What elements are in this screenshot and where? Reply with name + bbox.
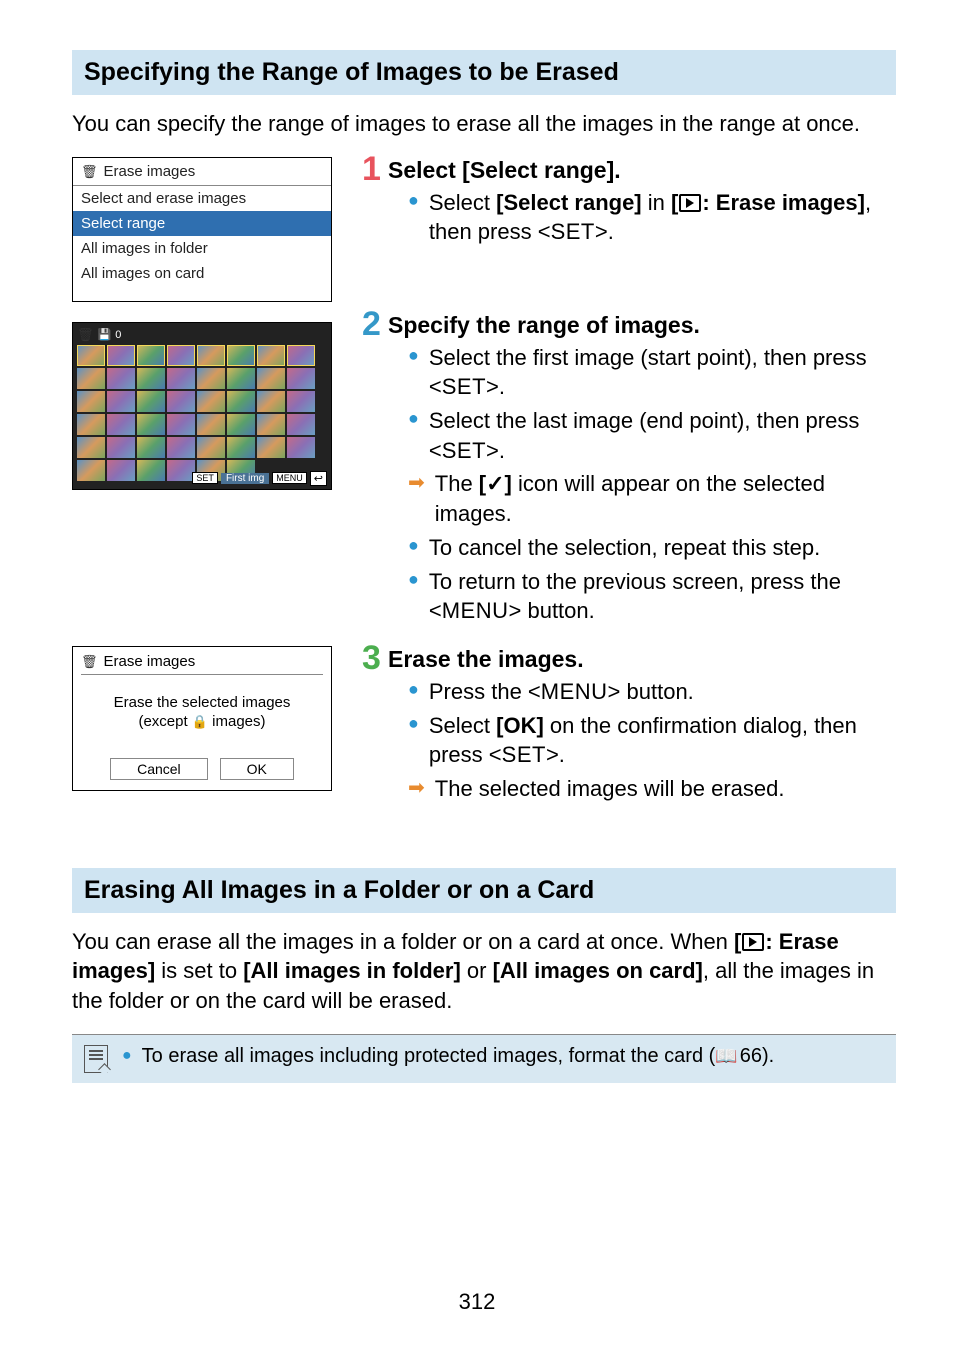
trash-icon	[81, 653, 98, 670]
cam-menu-item-selected: Select range	[73, 211, 331, 236]
step3-title: Erase the images.	[388, 646, 890, 673]
thumb-count: 0	[115, 329, 121, 341]
back-icon	[310, 471, 327, 486]
confirm-title: Erase images	[104, 653, 196, 670]
step3-bullet1: Press the <MENU> button.	[429, 677, 890, 707]
screenshot-confirm: Erase images Erase the selected images (…	[72, 646, 332, 791]
thumbnail-grid	[77, 345, 327, 481]
cam-menu-header: Erase images	[73, 158, 331, 186]
step3-bullet2: Select [OK] on the confirmation dialog, …	[429, 711, 890, 770]
step1-title: Select [Select range].	[388, 157, 890, 184]
step2-bullet4: To cancel the selection, repeat this ste…	[429, 533, 890, 563]
screenshot-thumbnails: 0 SET First img MENU	[72, 322, 332, 490]
step2-bullet2: Select the last image (end point), then …	[429, 406, 890, 465]
footer-set-label: SET	[192, 472, 218, 484]
step2-bullet1: Select the first image (start point), th…	[429, 343, 890, 402]
cam-menu-item: All images in folder	[73, 236, 331, 261]
cam-menu-item: All images on card	[73, 261, 331, 286]
bullet-icon: ●	[408, 188, 419, 247]
bullet-icon: ●	[408, 567, 419, 626]
intro-text-1: You can specify the range of images to e…	[72, 109, 896, 139]
step2-bullet3: The [✓] icon will appear on the selected…	[435, 469, 890, 528]
step-number-3: 3	[362, 643, 384, 808]
cam-menu-item: Select and erase images	[73, 186, 331, 211]
trash-icon	[77, 327, 94, 343]
bullet-icon: ●	[122, 1045, 132, 1068]
section-title-all: Erasing All Images in a Folder or on a C…	[72, 868, 896, 913]
footer-menu-label: MENU	[272, 472, 307, 484]
footer-first-img: First img	[221, 473, 269, 484]
protect-icon	[192, 713, 208, 730]
step2-bullet5: To return to the previous screen, press …	[429, 567, 890, 626]
note-text: To erase all images including protected …	[142, 1045, 775, 1068]
section-title-range: Specifying the Range of Images to be Era…	[72, 50, 896, 95]
book-icon	[715, 1045, 739, 1067]
bullet-icon: ●	[408, 677, 419, 707]
ok-button: OK	[220, 758, 294, 780]
note-icon	[84, 1045, 108, 1073]
step-number-2: 2	[362, 309, 384, 630]
play-icon	[742, 933, 764, 951]
play-icon	[679, 194, 701, 212]
step2-title: Specify the range of images.	[388, 312, 890, 339]
screenshot-menu: Erase images Select and erase images Sel…	[72, 157, 332, 302]
bullet-icon: ●	[408, 343, 419, 402]
page-number: 312	[0, 1289, 954, 1315]
card-icon	[98, 328, 112, 341]
confirm-message: Erase the selected images (except images…	[81, 693, 323, 732]
trash-icon	[81, 163, 98, 180]
arrow-icon: ➡	[408, 469, 425, 528]
step1-bullet1: Select [Select range] in [: Erase images…	[429, 188, 890, 247]
cancel-button: Cancel	[110, 758, 208, 780]
step-number-1: 1	[362, 154, 384, 251]
bullet-icon: ●	[408, 533, 419, 563]
bullet-icon: ●	[408, 711, 419, 770]
step3-bullet3: The selected images will be erased.	[435, 774, 890, 804]
bullet-icon: ●	[408, 406, 419, 465]
cam-menu-title: Erase images	[104, 163, 196, 180]
arrow-icon: ➡	[408, 774, 425, 804]
intro-text-2: You can erase all the images in a folder…	[72, 927, 896, 1016]
note-box: ● To erase all images including protecte…	[72, 1034, 896, 1083]
